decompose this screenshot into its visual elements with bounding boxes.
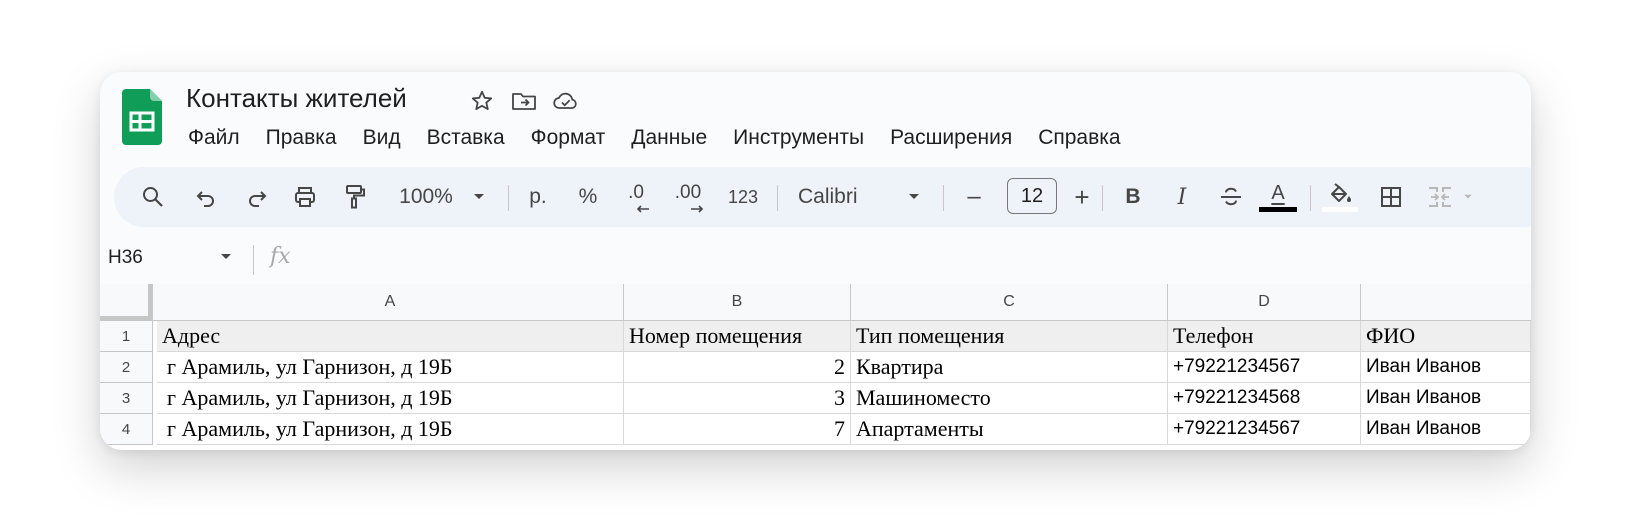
cell-d4[interactable]: +79221234567 bbox=[1168, 414, 1361, 445]
cell-a1[interactable]: Адрес bbox=[157, 321, 624, 352]
cell-b1[interactable]: Номер помещения bbox=[624, 321, 851, 352]
undo-icon[interactable] bbox=[189, 167, 223, 227]
sheet-grid[interactable]: A B C D 1 2 3 4 Адрес Номер помещения Ти… bbox=[100, 284, 1531, 450]
zoom-select[interactable]: 100% bbox=[396, 167, 456, 227]
fill-color-icon[interactable] bbox=[1320, 167, 1360, 227]
increase-font-size-button[interactable]: + bbox=[1064, 167, 1100, 227]
zoom-dropdown-arrow-icon[interactable] bbox=[469, 167, 489, 227]
toolbar-separator bbox=[777, 185, 778, 211]
menu-data[interactable]: Данные bbox=[618, 122, 720, 154]
cell-a4[interactable]: г Арамиль, ул Гарнизон, д 19Б bbox=[157, 414, 624, 445]
menu-file[interactable]: Файл bbox=[186, 122, 253, 154]
font-size-input[interactable]: 12 bbox=[1007, 178, 1057, 214]
column-header-c[interactable]: C bbox=[851, 284, 1168, 320]
cell-a2[interactable]: г Арамиль, ул Гарнизон, д 19Б bbox=[157, 352, 624, 383]
title-actions bbox=[468, 87, 580, 115]
search-menus-icon[interactable] bbox=[136, 167, 170, 227]
cell-d1[interactable]: Телефон bbox=[1168, 321, 1361, 352]
strikethrough-icon[interactable] bbox=[1212, 167, 1250, 227]
italic-button[interactable]: I bbox=[1164, 167, 1200, 227]
cell-b4[interactable]: 7 bbox=[624, 414, 851, 445]
menu-view[interactable]: Вид bbox=[350, 122, 414, 154]
more-formats-button[interactable]: 123 bbox=[720, 167, 766, 227]
column-header-e[interactable] bbox=[1361, 284, 1531, 320]
cell-e3[interactable]: Иван Иванов bbox=[1361, 383, 1531, 414]
cloud-saved-icon[interactable] bbox=[552, 87, 580, 115]
formula-bar-separator bbox=[253, 245, 254, 275]
menu-edit[interactable]: Правка bbox=[253, 122, 350, 154]
row-header[interactable]: 4 bbox=[100, 414, 153, 445]
fill-color-swatch bbox=[1322, 206, 1358, 212]
toolbar-separator bbox=[943, 185, 944, 211]
row-header[interactable]: 1 bbox=[100, 321, 153, 352]
text-color-button[interactable]: A bbox=[1256, 167, 1300, 227]
print-icon[interactable] bbox=[288, 167, 322, 227]
row-header[interactable]: 3 bbox=[100, 383, 153, 414]
cell-e1[interactable]: ФИО bbox=[1361, 321, 1531, 352]
menu-tools[interactable]: Инструменты bbox=[720, 122, 877, 154]
currency-format-button[interactable]: р. bbox=[519, 167, 557, 227]
toolbar-separator bbox=[1310, 185, 1311, 211]
toolbar-separator bbox=[1102, 185, 1103, 211]
percent-format-button[interactable]: % bbox=[570, 167, 606, 227]
merge-dropdown-arrow-icon[interactable] bbox=[1460, 167, 1476, 227]
move-to-folder-icon[interactable] bbox=[510, 87, 538, 115]
column-header-b[interactable]: B bbox=[624, 284, 851, 320]
cell-c3[interactable]: Машиноместо bbox=[851, 383, 1168, 414]
column-header-d[interactable]: D bbox=[1168, 284, 1361, 320]
font-dropdown-arrow-icon[interactable] bbox=[904, 167, 924, 227]
cell-e4[interactable]: Иван Иванов bbox=[1361, 414, 1531, 445]
select-all-corner[interactable] bbox=[100, 284, 153, 320]
merge-cells-icon[interactable] bbox=[1420, 167, 1460, 227]
name-box-dropdown-icon[interactable] bbox=[220, 253, 232, 261]
menu-help[interactable]: Справка bbox=[1025, 122, 1133, 154]
cell-a3[interactable]: г Арамиль, ул Гарнизон, д 19Б bbox=[157, 383, 624, 414]
borders-icon[interactable] bbox=[1372, 167, 1410, 227]
row-header[interactable]: 2 bbox=[100, 352, 153, 383]
column-header-a[interactable]: A bbox=[157, 284, 624, 320]
name-box[interactable]: H36 bbox=[108, 247, 143, 269]
cell-b3[interactable]: 3 bbox=[624, 383, 851, 414]
decrease-decimals-button[interactable]: .0 bbox=[618, 167, 654, 227]
star-icon[interactable] bbox=[468, 87, 496, 115]
decrease-font-size-button[interactable]: – bbox=[954, 167, 994, 227]
arrow-left-icon bbox=[636, 205, 649, 213]
redo-icon[interactable] bbox=[240, 167, 274, 227]
paint-format-icon[interactable] bbox=[338, 167, 372, 227]
fx-icon: fx bbox=[270, 244, 291, 269]
toolbar: 100% р. % .0 .00 123 Calibri – 12 + B I … bbox=[114, 167, 1531, 227]
increase-decimals-button[interactable]: .00 bbox=[668, 167, 708, 227]
cell-d3[interactable]: +79221234568 bbox=[1168, 383, 1361, 414]
cell-e2[interactable]: Иван Иванов bbox=[1361, 352, 1531, 383]
cell-c1[interactable]: Тип помещения bbox=[851, 321, 1168, 352]
menu-extensions[interactable]: Расширения bbox=[877, 122, 1025, 154]
arrow-right-icon bbox=[691, 205, 704, 213]
cell-d2[interactable]: +79221234567 bbox=[1168, 352, 1361, 383]
menu-bar: Файл Правка Вид Вставка Формат Данные Ин… bbox=[186, 122, 1134, 154]
menu-format[interactable]: Формат bbox=[518, 122, 619, 154]
document-title[interactable]: Контакты жителей bbox=[186, 82, 407, 114]
cell-b2[interactable]: 2 bbox=[624, 352, 851, 383]
text-color-swatch bbox=[1259, 206, 1297, 212]
cell-c2[interactable]: Квартира bbox=[851, 352, 1168, 383]
menu-insert[interactable]: Вставка bbox=[414, 122, 518, 154]
sheets-window: Контакты жителей Файл Правка Вид Вставка… bbox=[100, 72, 1531, 450]
sheets-logo-icon[interactable] bbox=[122, 89, 162, 145]
toolbar-separator bbox=[508, 185, 509, 211]
cell-c4[interactable]: Апартаменты bbox=[851, 414, 1168, 445]
bold-button[interactable]: B bbox=[1114, 167, 1152, 227]
